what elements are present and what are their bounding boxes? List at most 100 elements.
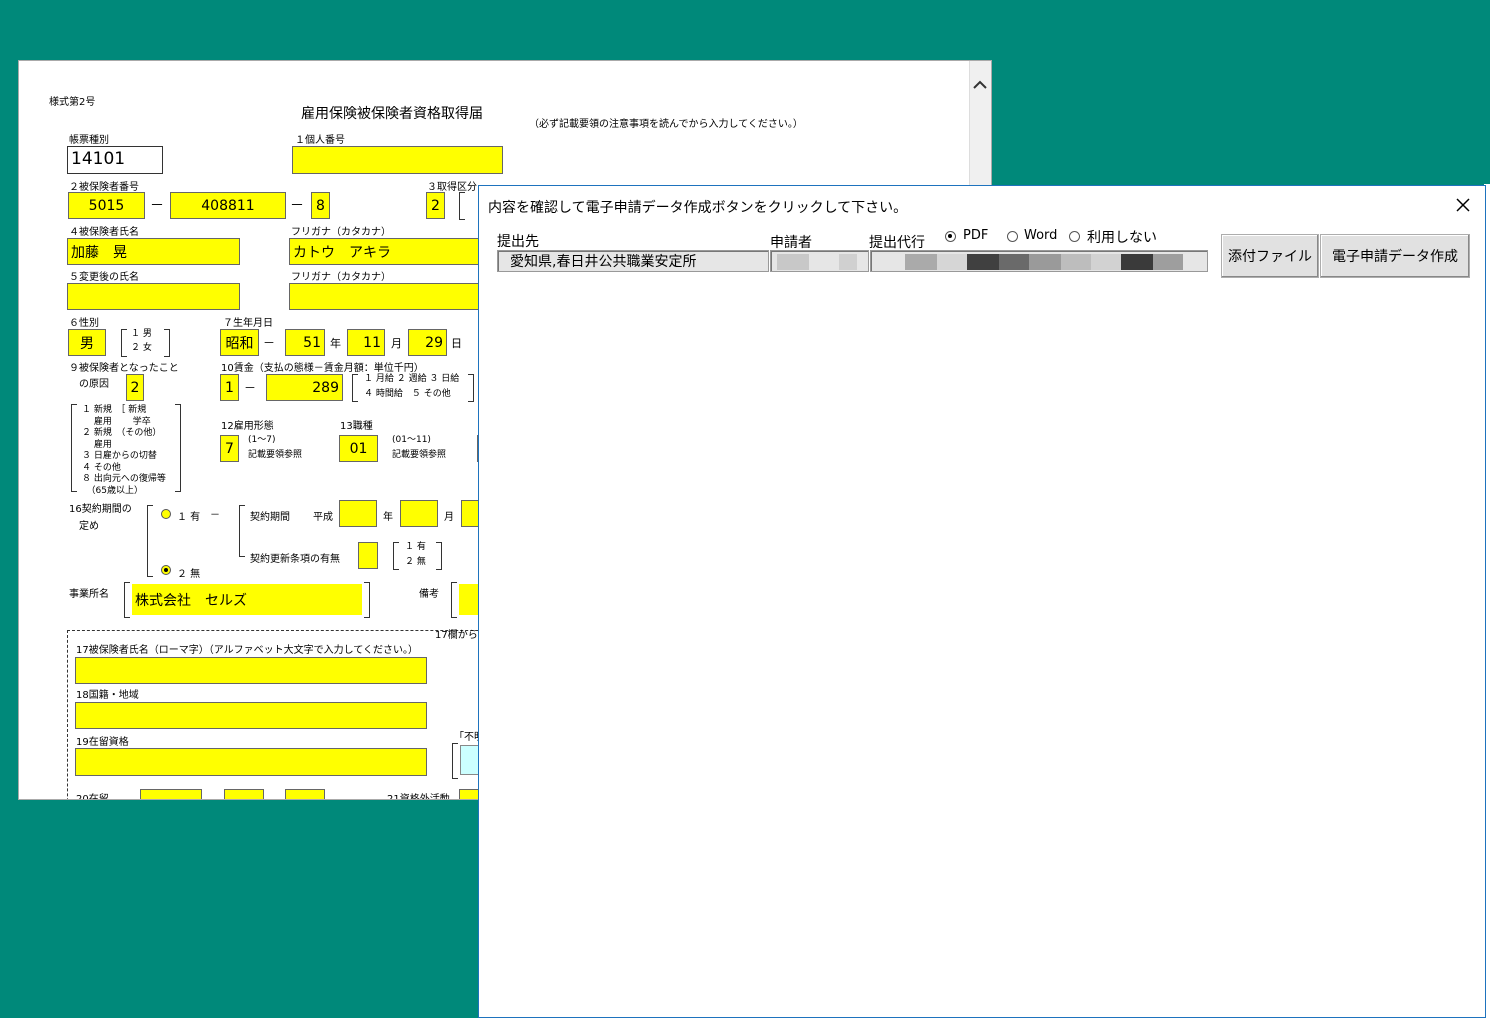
keiyaku-option-2: ２ 無 xyxy=(177,569,201,580)
keiyaku-radio-1[interactable] xyxy=(161,509,171,519)
dash-2: － xyxy=(290,198,304,214)
name-field[interactable]: 加藤 晃 xyxy=(67,238,240,265)
changed-name-label: ５変更後の氏名 xyxy=(69,272,139,283)
shokushu-range: (01～11) xyxy=(392,435,431,445)
wage-type-field[interactable]: 1 xyxy=(220,374,239,401)
keiyaku-month-field[interactable] xyxy=(400,500,438,527)
pdf-label: PDF xyxy=(963,228,989,243)
residence-status-field[interactable] xyxy=(75,748,427,776)
renewal-bracket-right xyxy=(436,542,442,570)
cause-field[interactable]: 2 xyxy=(126,374,144,401)
redacted-block xyxy=(1061,254,1091,270)
birth-day-field[interactable]: 29 xyxy=(408,329,447,356)
furigana2-field[interactable] xyxy=(289,283,489,310)
stay-field-3[interactable] xyxy=(285,789,325,799)
form-note: （必ず記載要領の注意事項を読んでから入力してください。） xyxy=(529,119,803,130)
pdf-radio[interactable] xyxy=(945,231,956,242)
residence-status-label: 19在留資格 xyxy=(76,737,129,748)
attach-file-button[interactable]: 添付ファイル xyxy=(1221,234,1319,278)
keiyaku-radio-2[interactable] xyxy=(161,565,171,575)
wage-option-1: １ 月給 ２ 週給 ３ 日給 xyxy=(364,374,460,384)
keiyaku-year-field[interactable] xyxy=(339,500,377,527)
chohyo-field[interactable]: 14101 xyxy=(67,146,163,174)
kojin-field[interactable] xyxy=(292,146,503,174)
office-field[interactable]: 株式会社 セルズ xyxy=(132,584,362,615)
renewal-option-2: ２ 無 xyxy=(405,557,426,567)
e-application-dialog: 内容を確認して電子申請データ作成ボタンをクリックして下さい。 提出先 申請者 提… xyxy=(478,185,1486,1018)
remarks-label: 備考 xyxy=(419,589,439,600)
sex-bracket-right xyxy=(164,329,170,357)
furigana2-label: フリガナ（カタカナ） xyxy=(291,272,391,283)
sex-option-1: １ 男 xyxy=(131,329,152,339)
hihokensha-no-1-field[interactable]: 5015 xyxy=(68,192,145,219)
word-radio[interactable] xyxy=(1007,231,1018,242)
redacted-block xyxy=(999,254,1029,270)
birth-month-field[interactable]: 11 xyxy=(347,329,385,356)
koyo-field[interactable]: 7 xyxy=(220,435,239,462)
create-data-button[interactable]: 電子申請データ作成 xyxy=(1320,234,1470,278)
redacted-block xyxy=(1153,254,1183,270)
submit-to-field[interactable]: 愛知県,春日井公共職業安定所 xyxy=(497,250,769,272)
renewal-field[interactable] xyxy=(358,542,378,569)
redacted-block xyxy=(1029,254,1061,270)
cause-label-1: ９被保険者となったこと xyxy=(69,363,179,374)
wage-amount-field[interactable]: 289 xyxy=(266,374,343,401)
chohyo-label: 帳票種別 xyxy=(69,135,109,146)
redacted-block xyxy=(937,254,967,270)
wage-bracket xyxy=(352,374,358,402)
cause-option: １ 新規 ［ 新規 xyxy=(82,405,147,415)
stay-label: 20在留 xyxy=(76,794,109,800)
unknown-bracket xyxy=(452,743,458,779)
none-label: 利用しない xyxy=(1087,230,1157,246)
sex-bracket-left xyxy=(121,329,127,357)
shutoku-field[interactable]: 2 xyxy=(426,192,445,219)
era-heisei: 平成 xyxy=(313,512,333,523)
redacted-block xyxy=(777,254,809,270)
redacted-block xyxy=(1121,254,1153,270)
kojin-label: １個人番号 xyxy=(295,135,345,146)
keiyaku-option-1: １ 有 xyxy=(177,512,201,523)
redacted-block xyxy=(1091,254,1121,270)
keiyaku-bracket xyxy=(147,505,153,577)
birth-month-unit: 月 xyxy=(391,337,402,350)
furigana-field[interactable]: カトウ アキラ xyxy=(289,238,489,265)
none-radio[interactable] xyxy=(1069,231,1080,242)
roman-name-field[interactable] xyxy=(75,657,427,684)
hihokensha-no-2-field[interactable]: 408811 xyxy=(170,192,286,219)
agent-field[interactable] xyxy=(870,250,1208,272)
cause-option: 雇用 学卒 xyxy=(82,416,151,427)
keiyaku-label-2: 定め xyxy=(79,521,99,532)
cause-bracket-left xyxy=(71,404,77,492)
cause-option: 雇用 xyxy=(82,439,112,450)
keiyaku-month-unit: 月 xyxy=(444,512,454,523)
birth-year-field[interactable]: 51 xyxy=(285,329,325,356)
shokushu-field[interactable]: 01 xyxy=(339,435,378,462)
redacted-block xyxy=(839,254,857,270)
changed-name-field[interactable] xyxy=(67,283,240,310)
shokushu-label: 13職種 xyxy=(340,421,373,432)
stay-field-2[interactable] xyxy=(224,789,264,799)
agent-header: 提出代行 xyxy=(869,235,925,251)
wage-option-2: ４ 時間給 ５ その他 xyxy=(364,389,451,399)
word-label: Word xyxy=(1024,228,1058,243)
office-bracket-right xyxy=(364,582,370,618)
applicant-header: 申請者 xyxy=(770,235,812,251)
form-number: 様式第2号 xyxy=(49,97,96,108)
stay-field-1[interactable] xyxy=(140,789,202,799)
birth-era-field[interactable]: 昭和 xyxy=(220,329,259,356)
hihokensha-no-label: ２被保険者番号 xyxy=(69,182,139,193)
renewal-bracket-left xyxy=(393,542,399,570)
hihokensha-no-3-field[interactable]: 8 xyxy=(311,192,330,219)
renewal-option-1: １ 有 xyxy=(405,542,426,552)
nationality-field[interactable] xyxy=(75,702,427,729)
cause-option: ２ 新規 （その他） xyxy=(82,428,162,438)
cause-option: ３ 日雇からの切替 xyxy=(82,451,157,461)
redacted-block xyxy=(905,254,937,270)
wage-label: 10賃金（支払の態様－賃金月額：単位千円） xyxy=(221,363,424,374)
scroll-up-icon[interactable] xyxy=(970,75,991,95)
close-icon[interactable] xyxy=(1455,197,1471,213)
keiyaku-label-1: 16契約期間の xyxy=(69,504,132,515)
sex-field[interactable]: 男 xyxy=(68,329,106,356)
keiyaku-sub-bracket xyxy=(239,505,245,557)
applicant-field[interactable] xyxy=(770,250,869,272)
